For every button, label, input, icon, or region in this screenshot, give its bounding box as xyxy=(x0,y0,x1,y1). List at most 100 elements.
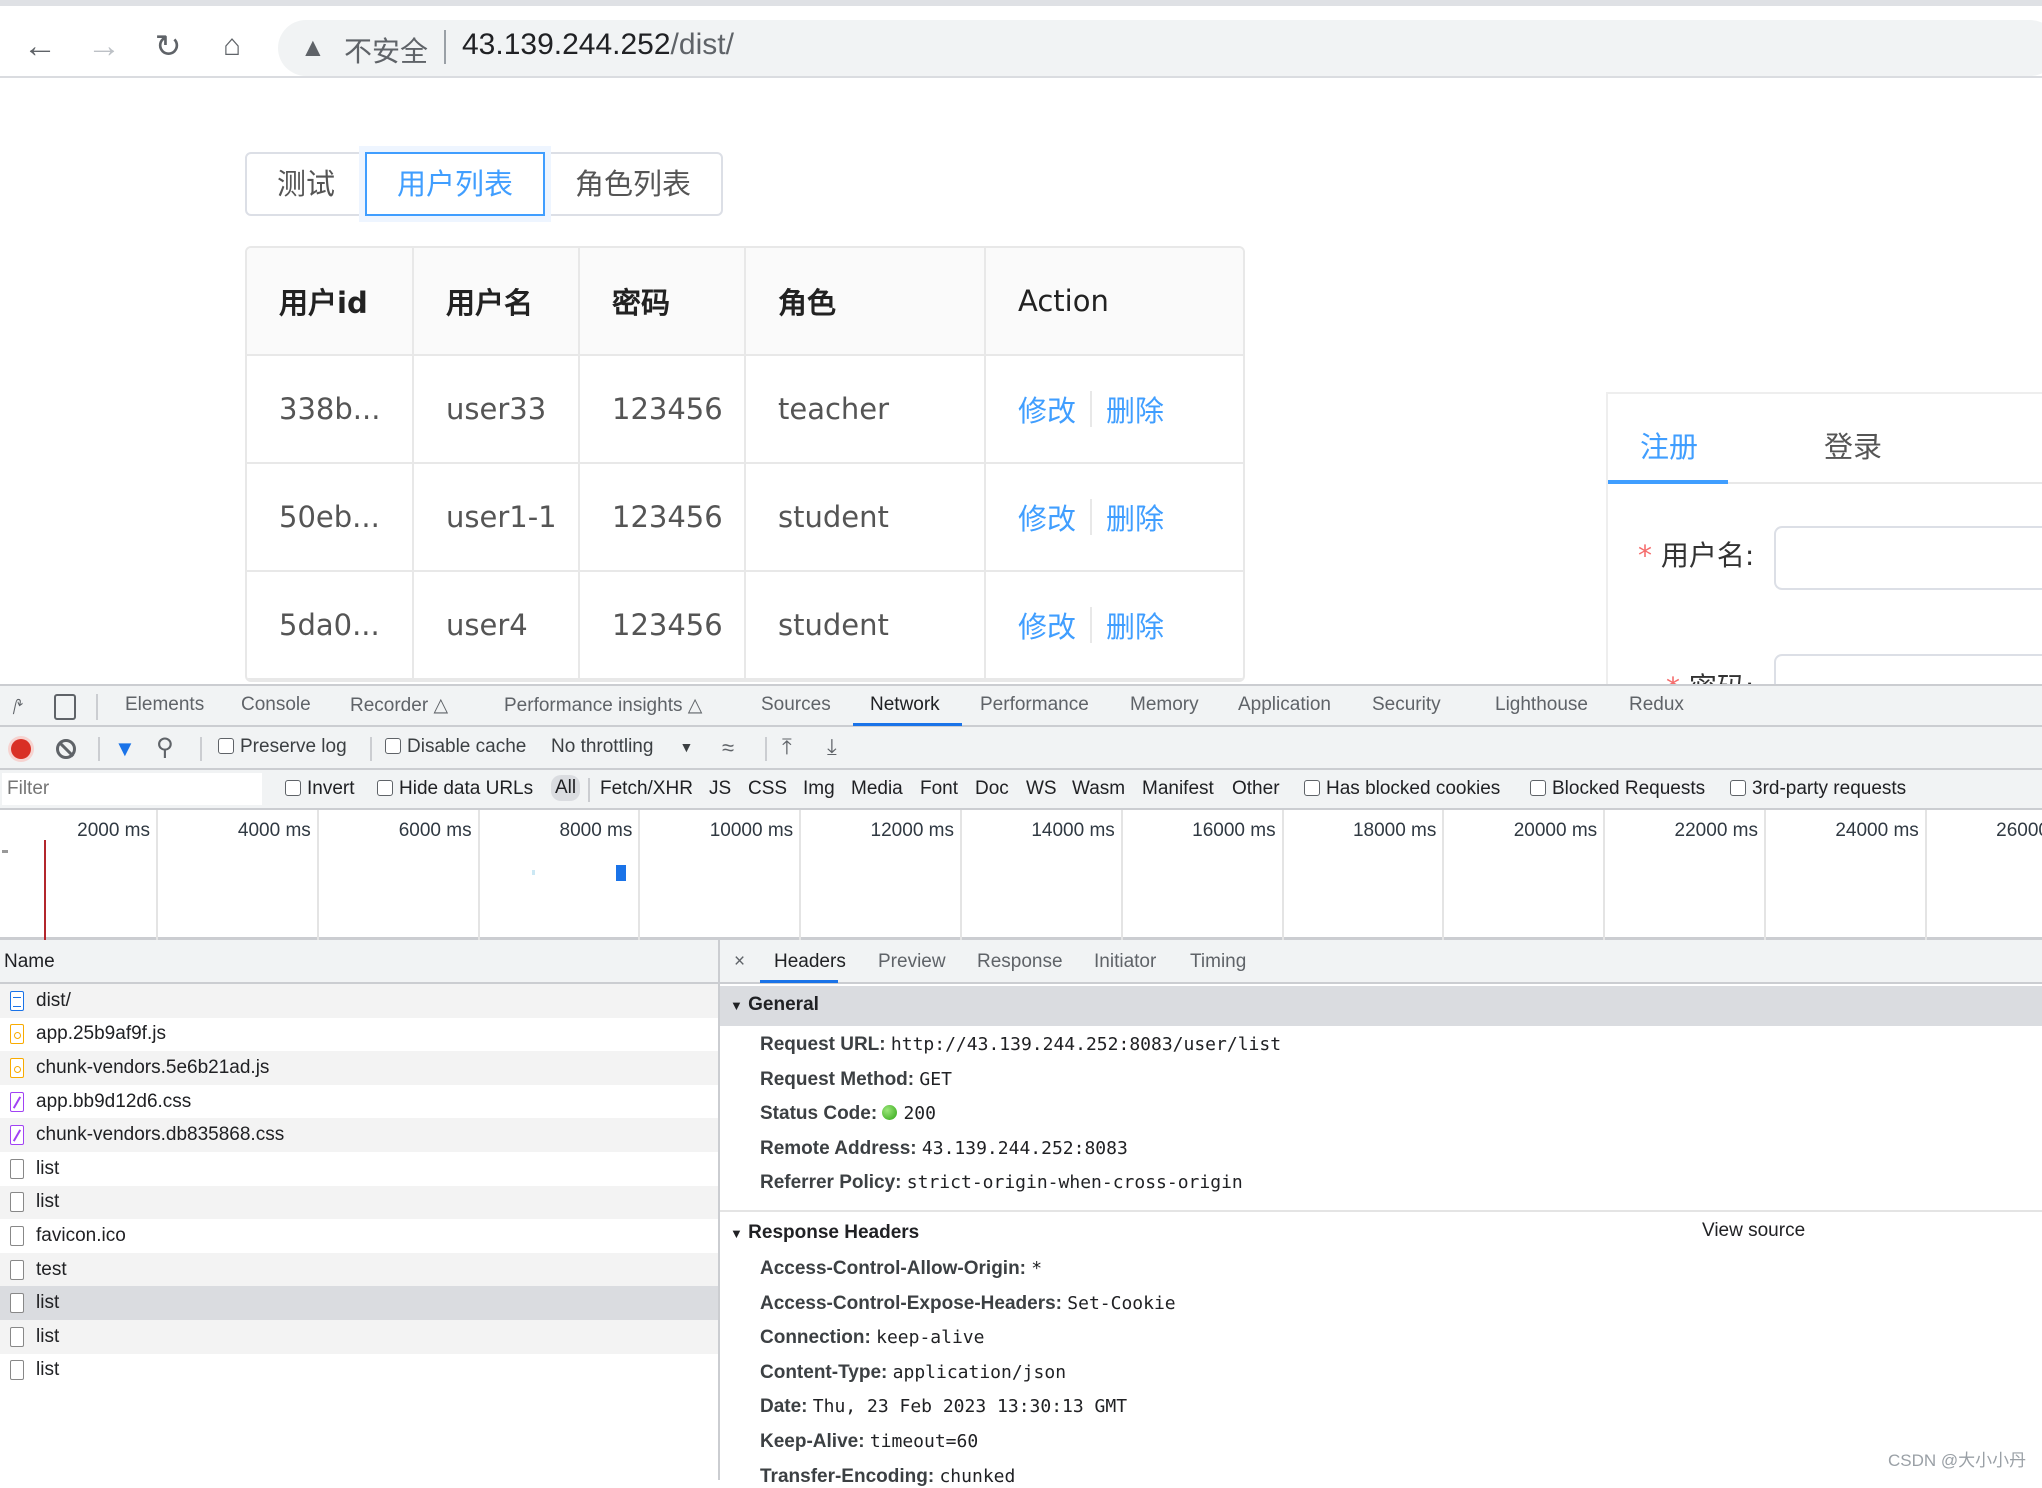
tab-login[interactable]: 登录 xyxy=(1824,424,1882,466)
devtools-tab-console[interactable]: Console xyxy=(241,694,311,716)
username-input[interactable] xyxy=(1774,526,2042,590)
request-row[interactable]: app.25b9af9f.js xyxy=(0,1018,718,1052)
header-value[interactable]: 43.139.244.252:8083 xyxy=(922,1138,1128,1159)
filter-type-img[interactable]: Img xyxy=(803,778,835,800)
filter-type-ws[interactable]: WS xyxy=(1026,778,1057,800)
third-party-requests-checkbox[interactable]: 3rd-party requests xyxy=(1730,778,1906,800)
filter-type-wasm[interactable]: Wasm xyxy=(1072,778,1125,800)
delete-link[interactable]: 删除 xyxy=(1106,496,1164,538)
header-value[interactable]: strict-origin-when-cross-origin xyxy=(907,1172,1243,1193)
filter-type-doc[interactable]: Doc xyxy=(975,778,1009,800)
filter-type-all[interactable]: All xyxy=(551,775,581,801)
checkbox[interactable] xyxy=(377,780,393,796)
header-value[interactable]: Thu, 23 Feb 2023 13:30:13 GMT xyxy=(813,1396,1127,1417)
security-label[interactable]: 不安全 xyxy=(344,30,428,70)
preserve-log-checkbox[interactable]: Preserve log xyxy=(218,736,347,758)
back-arrow-icon[interactable]: ← xyxy=(20,26,60,66)
detail-tab-preview[interactable]: Preview xyxy=(878,951,946,973)
request-row[interactable]: list xyxy=(0,1152,718,1186)
throttling-select[interactable]: No throttling ▼ xyxy=(551,736,693,758)
request-row[interactable]: list xyxy=(0,1354,718,1388)
header-value[interactable]: keep-alive xyxy=(876,1327,984,1348)
name-column-header[interactable]: Name xyxy=(0,940,720,984)
devtools-tab-memory[interactable]: Memory xyxy=(1130,694,1199,716)
delete-link[interactable]: 删除 xyxy=(1106,388,1164,430)
network-overview-timeline[interactable]: 2000 ms 4000 ms 6000 ms 8000 ms 10000 ms 1200… xyxy=(0,810,2042,940)
request-row[interactable]: dist/ xyxy=(0,984,718,1018)
devtools-tab-performance[interactable]: Performance xyxy=(980,694,1089,716)
hide-data-urls-checkbox[interactable]: Hide data URLs xyxy=(377,778,533,800)
request-row[interactable]: app.bb9d12d6.css xyxy=(0,1085,718,1119)
checkbox[interactable] xyxy=(218,738,234,754)
clear-icon[interactable] xyxy=(56,739,76,759)
general-section-header[interactable]: ▼ General xyxy=(720,986,2042,1026)
warning-icon[interactable]: ▲ xyxy=(300,32,326,63)
reload-icon[interactable]: ↻ xyxy=(148,26,188,66)
header-value[interactable]: http://43.139.244.252:8083/user/list xyxy=(891,1034,1281,1055)
record-icon[interactable] xyxy=(11,739,31,759)
filter-type-other[interactable]: Other xyxy=(1232,778,1280,800)
home-icon[interactable]: ⌂ xyxy=(212,26,252,66)
filter-type-font[interactable]: Font xyxy=(920,778,958,800)
request-row[interactable]: test xyxy=(0,1252,718,1287)
checkbox[interactable] xyxy=(285,780,301,796)
request-row[interactable]: list xyxy=(0,1286,718,1320)
edit-link[interactable]: 修改 xyxy=(1018,604,1076,646)
device-toggle-icon[interactable] xyxy=(54,694,76,720)
detail-tab-timing[interactable]: Timing xyxy=(1190,951,1246,973)
header-value[interactable]: timeout=60 xyxy=(870,1431,978,1452)
request-row[interactable]: chunk-vendors.5e6b21ad.js xyxy=(0,1051,718,1085)
request-row[interactable]: chunk-vendors.db835868.css xyxy=(0,1118,718,1152)
disable-cache-checkbox[interactable]: Disable cache xyxy=(385,736,526,758)
detail-tab-initiator[interactable]: Initiator xyxy=(1094,951,1156,973)
forward-arrow-icon[interactable]: → xyxy=(84,26,124,66)
network-conditions-icon[interactable]: ≈ xyxy=(722,735,734,761)
filter-type-css[interactable]: CSS xyxy=(748,778,787,800)
inspect-element-icon[interactable]: ⭚ xyxy=(12,695,24,720)
checkbox[interactable] xyxy=(1730,780,1746,796)
devtools-tab-lighthouse[interactable]: Lighthouse xyxy=(1495,694,1588,716)
header-value[interactable]: application/json xyxy=(893,1362,1066,1383)
tab-role-list[interactable]: 角色列表 xyxy=(545,154,721,214)
devtools-tab-performance-insights[interactable]: Performance insights △ xyxy=(504,694,702,717)
tab-user-list[interactable]: 用户列表 xyxy=(365,152,546,216)
tab-test[interactable]: 测试 xyxy=(247,154,365,214)
checkbox[interactable] xyxy=(1530,780,1546,796)
import-har-icon[interactable]: ⤒ xyxy=(782,734,792,760)
blocked-requests-checkbox[interactable]: Blocked Requests xyxy=(1530,778,1705,800)
edit-link[interactable]: 修改 xyxy=(1018,388,1076,430)
filter-icon[interactable]: ▼ xyxy=(114,736,136,762)
checkbox[interactable] xyxy=(385,738,401,754)
filter-type-manifest[interactable]: Manifest xyxy=(1142,778,1214,800)
has-blocked-cookies-checkbox[interactable]: Has blocked cookies xyxy=(1304,778,1500,800)
devtools-tab-redux[interactable]: Redux xyxy=(1629,694,1684,716)
header-value[interactable]: GET xyxy=(919,1069,952,1090)
request-row[interactable]: favicon.ico xyxy=(0,1219,718,1253)
filter-type-media[interactable]: Media xyxy=(851,778,903,800)
search-icon[interactable]: ⚲ xyxy=(156,733,174,762)
devtools-tab-network[interactable]: Network xyxy=(870,694,940,716)
url-text[interactable]: 43.139.244.252/dist/ xyxy=(462,28,734,62)
devtools-tab-security[interactable]: Security xyxy=(1372,694,1441,716)
tab-register[interactable]: 注册 xyxy=(1640,424,1698,466)
detail-tab-response[interactable]: Response xyxy=(977,951,1063,973)
request-row[interactable]: list xyxy=(0,1319,718,1354)
devtools-tab-application[interactable]: Application xyxy=(1238,694,1331,716)
request-row[interactable]: list xyxy=(0,1185,718,1220)
edit-link[interactable]: 修改 xyxy=(1018,496,1076,538)
header-value[interactable]: * xyxy=(1031,1258,1042,1279)
devtools-tab-elements[interactable]: Elements xyxy=(125,694,204,716)
response-headers-section-header[interactable]: ▼ Response Headers xyxy=(720,1210,2042,1254)
detail-tab-headers[interactable]: Headers xyxy=(774,951,846,973)
invert-checkbox[interactable]: Invert xyxy=(285,778,355,800)
filter-input[interactable] xyxy=(2,773,262,805)
filter-type-fetch-xhr[interactable]: Fetch/XHR xyxy=(600,778,693,800)
header-value[interactable]: 200 xyxy=(903,1103,936,1124)
filter-type-js[interactable]: JS xyxy=(709,778,731,800)
export-har-icon[interactable]: ⤓ xyxy=(827,734,837,760)
header-value[interactable]: chunked xyxy=(939,1466,1015,1487)
view-source-link[interactable]: View source xyxy=(1702,1220,1805,1242)
close-icon[interactable]: × xyxy=(734,951,745,973)
header-value[interactable]: Set-Cookie xyxy=(1067,1293,1175,1314)
checkbox[interactable] xyxy=(1304,780,1320,796)
